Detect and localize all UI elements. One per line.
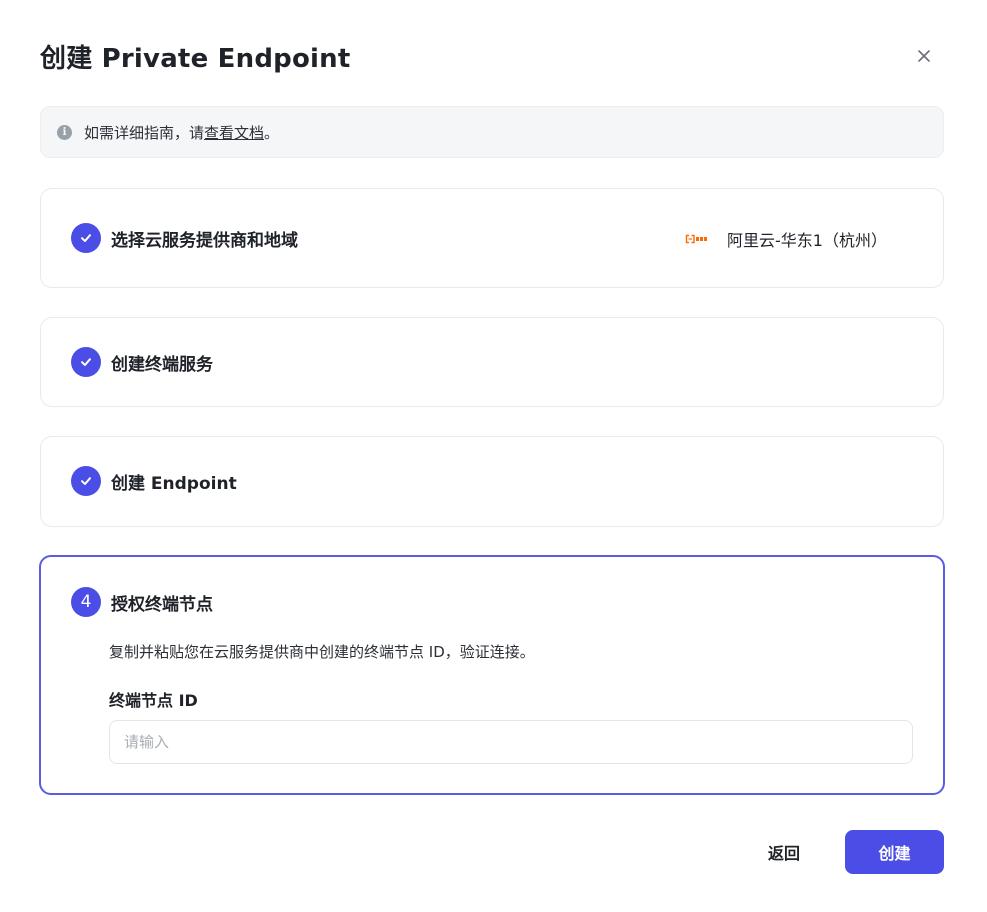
selected-provider: 阿里云-华东1（杭州） (685, 227, 887, 251)
back-button[interactable]: 返回 (756, 830, 812, 874)
close-button[interactable] (910, 42, 938, 70)
create-button[interactable]: 创建 (845, 830, 944, 874)
step-description: 复制并粘贴您在云服务提供商中创建的终端节点 ID，验证连接。 (109, 643, 535, 661)
step-card-authorize-endpoint: 4 授权终端节点 复制并粘贴您在云服务提供商中创建的终端节点 ID，验证连接。 … (39, 555, 945, 795)
info-icon: i (57, 124, 72, 140)
info-text: 如需详细指南，请 (84, 123, 205, 142)
page-title: 创建 Private Endpoint (40, 44, 351, 74)
close-icon (918, 50, 930, 62)
step-title: 选择云服务提供商和地域 (111, 230, 298, 251)
view-docs-link[interactable]: 查看文档 (204, 122, 264, 143)
check-icon (71, 223, 101, 253)
step-card-select-provider[interactable]: 选择云服务提供商和地域 阿里云-华东1（杭州） (40, 188, 944, 288)
step-card-create-endpoint[interactable]: 创建 Endpoint (40, 436, 944, 527)
step-title: 授权终端节点 (111, 594, 213, 615)
info-banner: i 如需详细指南，请 查看文档 。 (40, 106, 944, 158)
step-number-badge: 4 (71, 587, 101, 617)
step-card-create-service[interactable]: 创建终端服务 (40, 317, 944, 407)
step-title: 创建 Endpoint (111, 473, 237, 494)
step-title: 创建终端服务 (111, 354, 213, 375)
endpoint-id-label: 终端节点 ID (109, 691, 198, 710)
info-text-end: 。 (264, 123, 280, 142)
aliyun-logo (685, 234, 709, 244)
check-icon (71, 347, 101, 377)
endpoint-id-input[interactable] (109, 720, 913, 764)
provider-region: 阿里云-华东1（杭州） (727, 231, 887, 250)
check-icon (71, 466, 101, 496)
